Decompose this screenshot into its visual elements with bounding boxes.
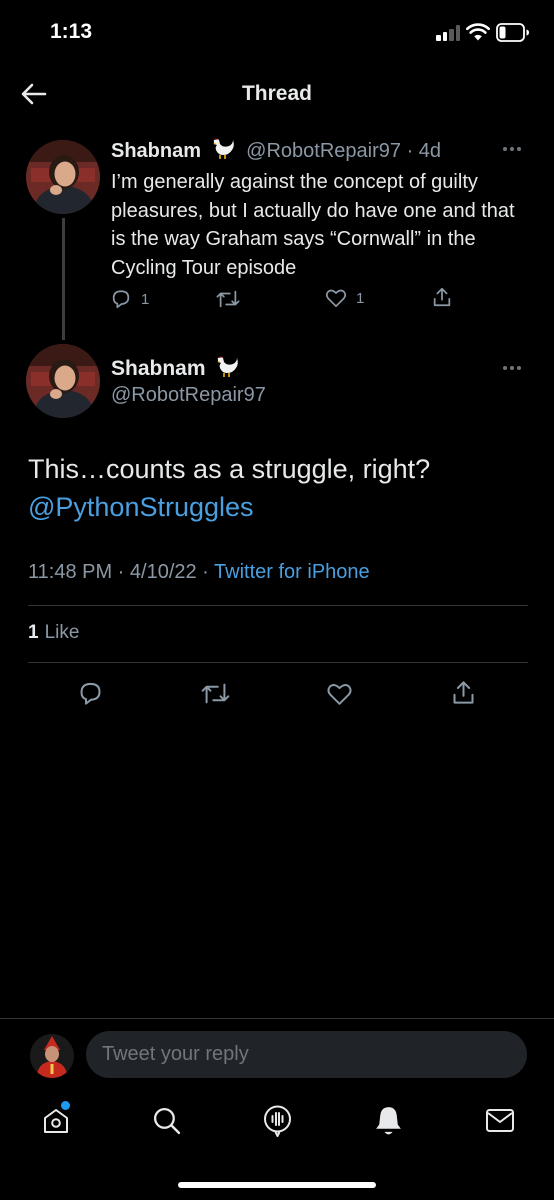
tweet-text: This…counts as a struggle, right? xyxy=(28,454,431,484)
tweet-text: I’m generally against the concept of gui… xyxy=(111,171,515,279)
mail-icon[interactable] xyxy=(485,1108,515,1134)
main-tweet-body: This…counts as a struggle, right? @Pytho… xyxy=(28,450,528,526)
like-count: 1 xyxy=(356,289,365,307)
parent-tweet-header: Shabnam @RobotRepair97 · 4d xyxy=(111,138,441,163)
likes-count: 1 xyxy=(28,622,39,643)
like-button[interactable]: 1 xyxy=(325,288,364,308)
share-button[interactable] xyxy=(431,286,453,308)
likes-summary[interactable]: 1 Like xyxy=(28,622,79,644)
retweet-icon xyxy=(201,683,230,704)
likes-label: Like xyxy=(44,622,80,643)
tweet-meta: 11:48 PM · 4/10/22 · Twitter for iPhone xyxy=(28,561,370,584)
reply-icon xyxy=(112,290,130,309)
avatar[interactable] xyxy=(30,1034,74,1078)
mention-link[interactable]: @PythonStruggles xyxy=(28,488,528,526)
status-bar: 1:13 xyxy=(0,0,554,64)
spaces-icon[interactable] xyxy=(262,1104,293,1138)
rooster-emoji-icon xyxy=(217,356,239,377)
more-horizontal-icon[interactable] xyxy=(503,145,525,153)
divider xyxy=(28,662,528,663)
heart-icon xyxy=(325,289,347,308)
wifi-icon xyxy=(466,23,490,41)
home-indicator xyxy=(178,1182,376,1188)
rooster-emoji-icon xyxy=(213,138,234,159)
share-button[interactable] xyxy=(450,679,477,706)
tweet-age: · 4d xyxy=(406,140,442,162)
divider xyxy=(0,1018,554,1019)
tweet-source-link[interactable]: Twitter for iPhone xyxy=(214,561,370,583)
share-icon xyxy=(433,287,451,307)
retweet-button[interactable] xyxy=(216,288,240,310)
cellular-signal-icon xyxy=(436,25,462,41)
heart-icon xyxy=(327,684,352,705)
reply-button[interactable] xyxy=(77,680,104,707)
reply-count: 1 xyxy=(141,290,150,308)
status-time: 1:13 xyxy=(50,20,93,43)
tweet-timestamp: 11:48 PM · 4/10/22 · xyxy=(28,561,209,583)
thread-header: Thread xyxy=(0,64,554,124)
divider xyxy=(28,605,528,606)
author-name[interactable]: Shabnam xyxy=(111,140,201,162)
author-handle[interactable]: @RobotRepair97 xyxy=(111,384,266,407)
reply-button[interactable]: 1 xyxy=(110,288,149,310)
more-horizontal-icon[interactable] xyxy=(503,364,525,372)
page-title: Thread xyxy=(241,82,312,105)
reply-input[interactable]: Tweet your reply xyxy=(86,1031,527,1078)
bell-icon[interactable] xyxy=(374,1104,403,1137)
author-handle[interactable]: @RobotRepair97 xyxy=(246,140,401,162)
reply-icon xyxy=(80,682,101,705)
avatar[interactable] xyxy=(26,344,100,418)
retweet-button[interactable] xyxy=(201,681,230,706)
like-button[interactable] xyxy=(326,682,353,706)
author-name[interactable]: Shabnam xyxy=(111,357,206,380)
search-icon[interactable] xyxy=(151,1105,182,1136)
share-icon xyxy=(453,681,474,704)
home-icon[interactable] xyxy=(41,1106,71,1136)
thread-connector xyxy=(62,218,65,340)
notification-dot xyxy=(61,1101,70,1110)
avatar[interactable] xyxy=(26,140,100,214)
battery-icon xyxy=(496,23,529,42)
main-tweet-author: Shabnam xyxy=(111,356,245,381)
retweet-icon xyxy=(216,290,240,308)
